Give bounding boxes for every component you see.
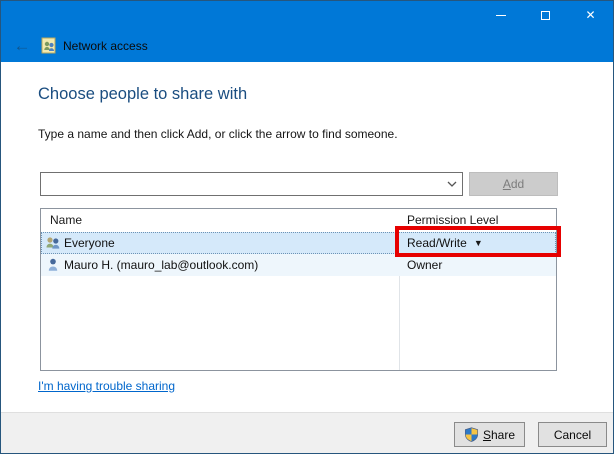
maximize-icon: [541, 11, 550, 20]
close-icon: ✕: [585, 9, 595, 21]
back-button[interactable]: ←: [9, 37, 35, 54]
trouble-sharing-link[interactable]: I'm having trouble sharing: [38, 379, 175, 393]
table-header[interactable]: Name Permission Level: [41, 209, 556, 232]
name-combobox[interactable]: [40, 172, 463, 196]
permission-value-owner-text: Owner: [407, 258, 442, 272]
permission-dropdown-everyone[interactable]: Read/Write ▼: [407, 236, 483, 250]
cancel-button-label: Cancel: [554, 428, 591, 442]
add-button[interactable]: Add: [469, 172, 558, 196]
share-button[interactable]: Share: [454, 422, 525, 447]
minimize-button[interactable]: [478, 1, 523, 29]
name-input[interactable]: [43, 174, 433, 194]
group-icon: [45, 235, 61, 251]
page-title: Choose people to share with: [38, 85, 247, 104]
nav-bar: ← Network access: [1, 29, 613, 62]
instruction-text: Type a name and then click Add, or click…: [38, 127, 398, 141]
row-name-everyone: Everyone: [64, 236, 115, 250]
network-access-window: ✕ ← Network access Choose people to shar…: [0, 0, 614, 454]
table-row-everyone[interactable]: Everyone Read/Write ▼: [41, 232, 556, 254]
column-header-name[interactable]: Name: [50, 213, 82, 227]
permission-value-owner: Owner: [407, 258, 442, 272]
dropdown-arrow-icon[interactable]: ▼: [474, 238, 483, 248]
close-button[interactable]: ✕: [568, 1, 613, 29]
user-icon: [45, 257, 61, 273]
table-row-mauro[interactable]: Mauro H. (mauro_lab@outlook.com) Owner: [41, 254, 556, 276]
people-table: Name Permission Level Everyone Read/Writ…: [40, 208, 557, 371]
maximize-button[interactable]: [523, 1, 568, 29]
row-name-mauro: Mauro H. (mauro_lab@outlook.com): [64, 258, 258, 272]
permission-value-everyone: Read/Write: [407, 236, 467, 250]
share-button-label: Share: [483, 428, 515, 442]
add-button-label: Add: [503, 177, 524, 191]
minimize-icon: [496, 15, 506, 16]
uac-shield-icon: [464, 427, 479, 442]
footer-bar: Share Cancel: [1, 412, 613, 453]
title-bar: ✕: [1, 1, 613, 29]
column-header-permission[interactable]: Permission Level: [407, 213, 498, 227]
cancel-button[interactable]: Cancel: [538, 422, 607, 447]
window-title: Network access: [63, 39, 148, 53]
network-access-icon: [40, 37, 57, 54]
chevron-down-icon[interactable]: [447, 180, 457, 188]
